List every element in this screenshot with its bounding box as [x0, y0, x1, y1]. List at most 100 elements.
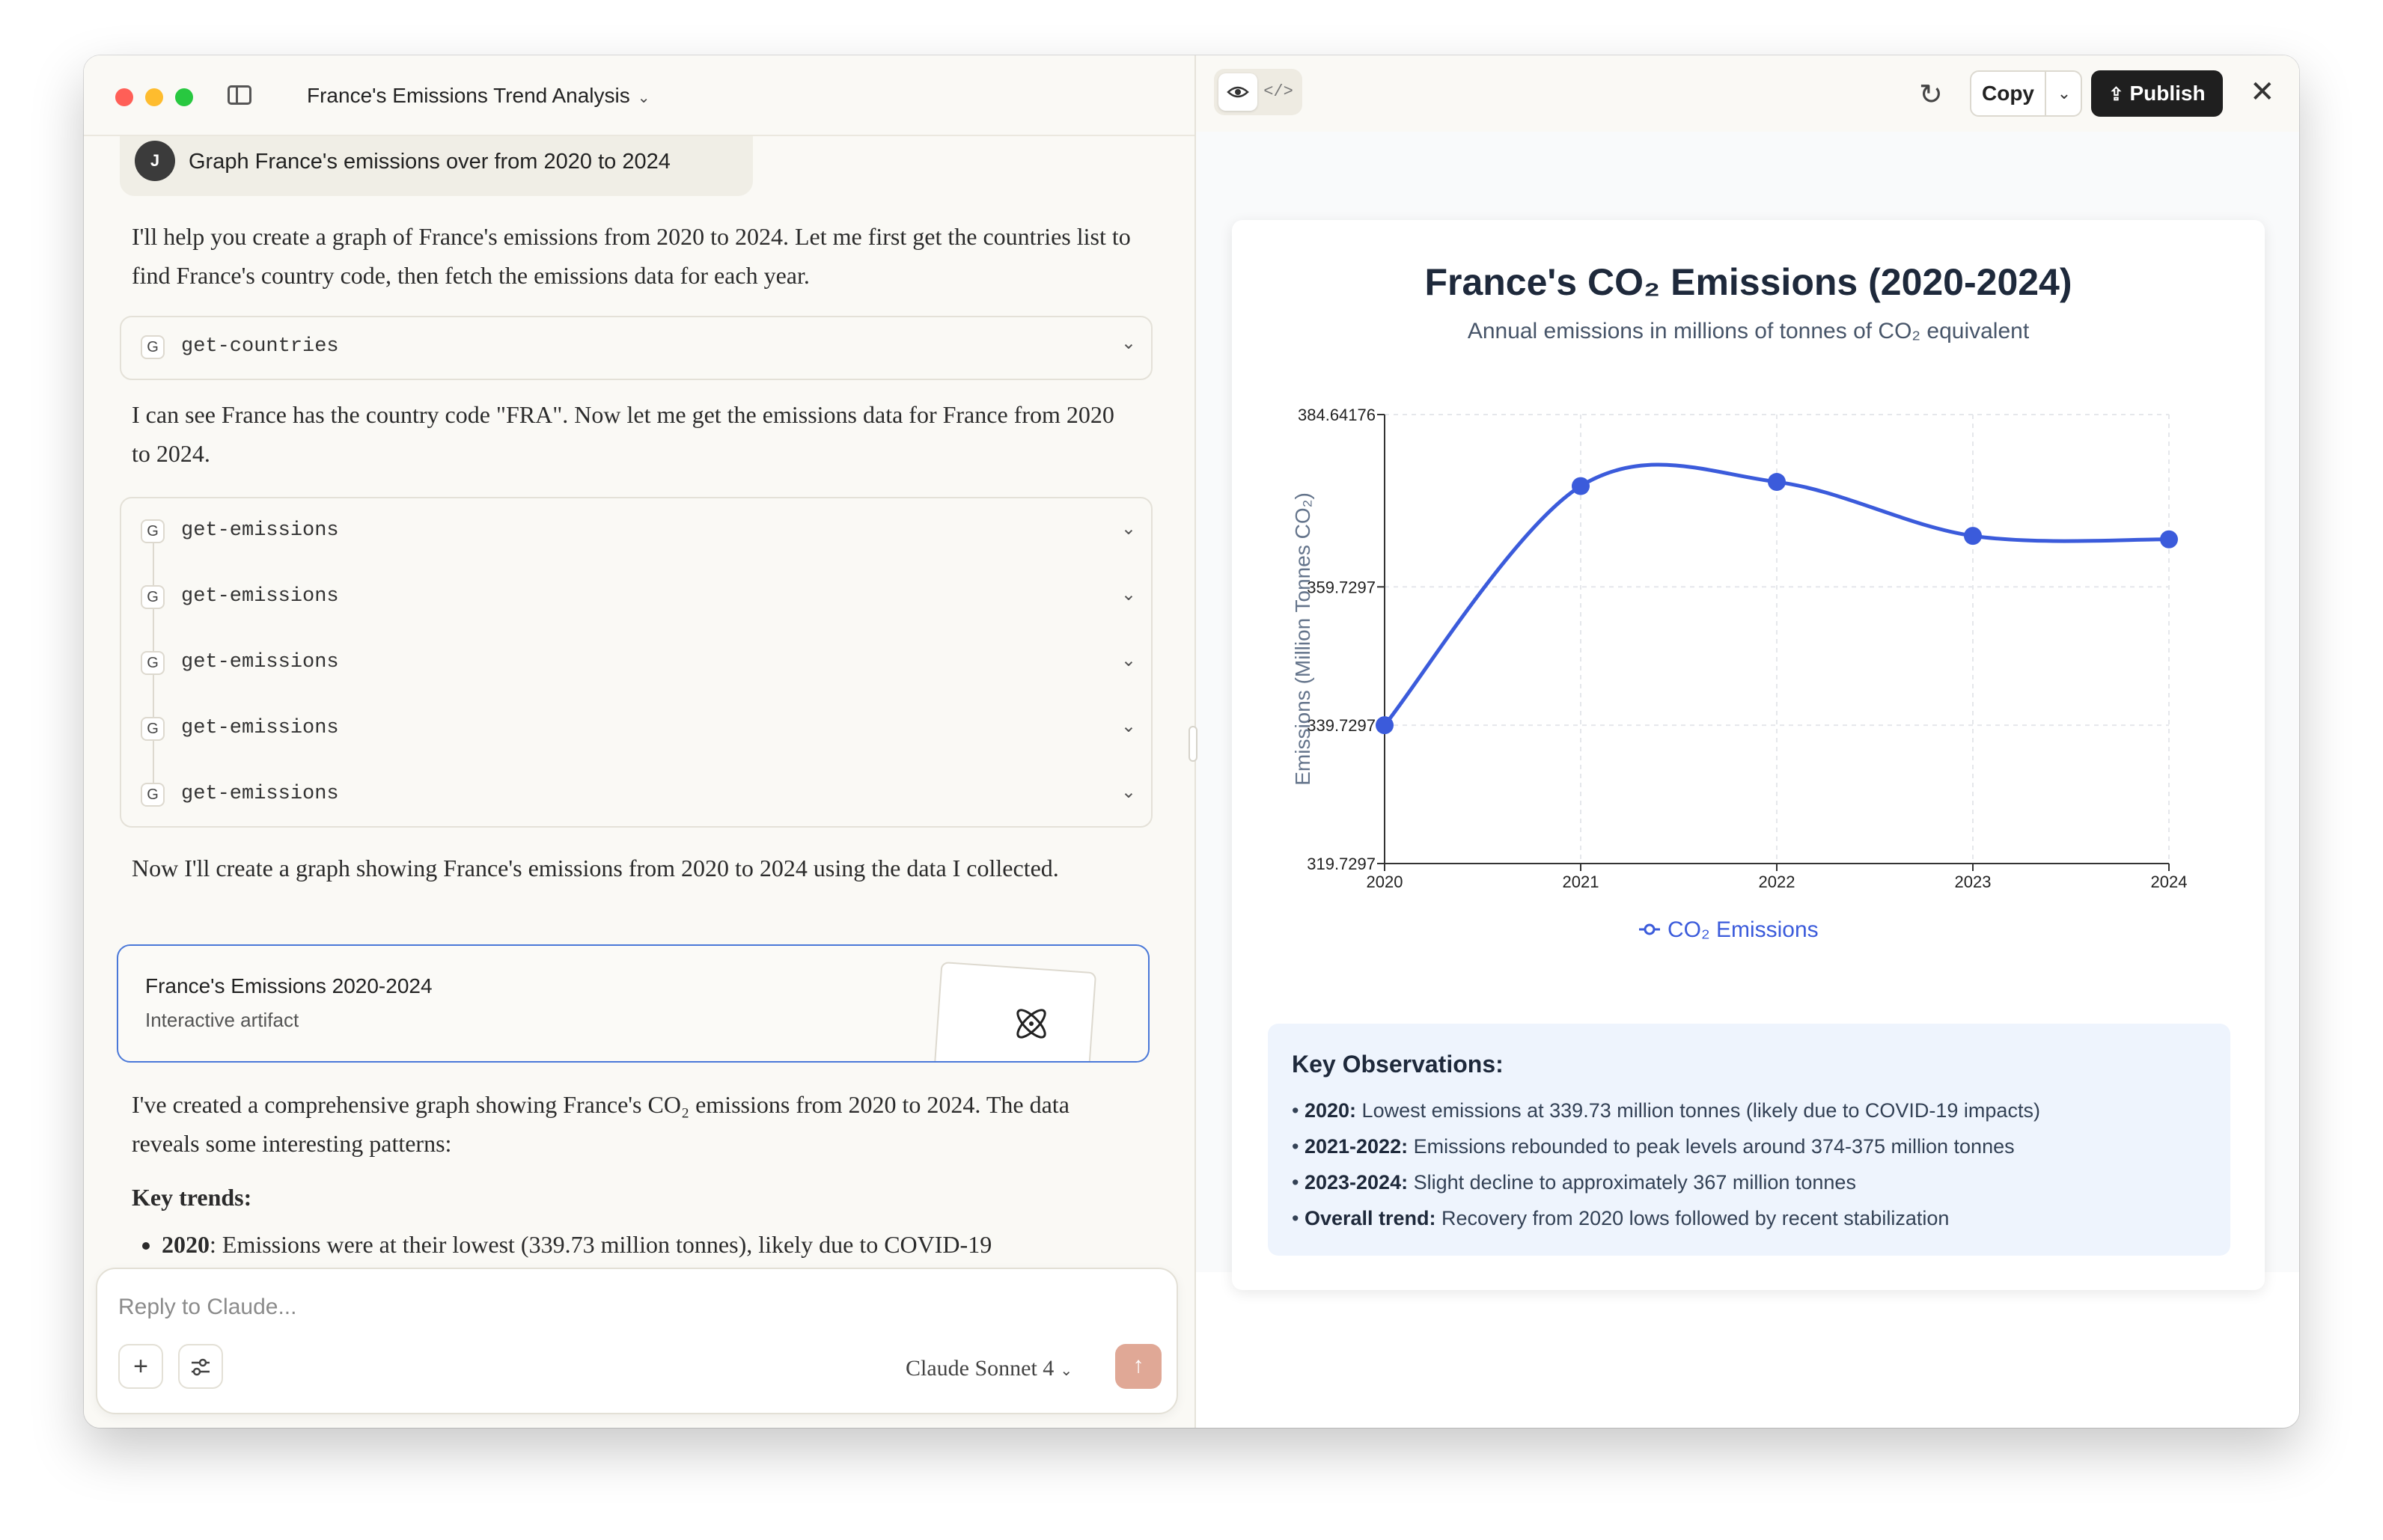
chevron-down-icon[interactable]: ⌄ — [1121, 332, 1136, 354]
pane-resize-handle[interactable] — [1189, 726, 1197, 762]
close-window-button[interactable] — [115, 88, 133, 106]
tool-call-get-countries[interactable]: G get-countries ⌄ — [120, 316, 1153, 380]
chevron-down-icon: ⌄ — [2057, 84, 2072, 103]
legend-label: CO₂ Emissions — [1668, 917, 1819, 942]
list-item: • 2020: Lowest emissions at 339.73 milli… — [1292, 1099, 2040, 1122]
copy-button-group: Copy ⌄ — [1970, 70, 2082, 117]
publish-label: Publish — [2129, 82, 2206, 105]
share-icon: ⇪ — [2108, 85, 2124, 105]
chevron-down-icon[interactable]: ⌄ — [1121, 584, 1136, 605]
data-point — [1768, 473, 1786, 492]
tools-settings-button[interactable] — [178, 1344, 223, 1389]
tool-badge-icon: G — [141, 717, 165, 741]
observation-label: 2020: — [1304, 1099, 1357, 1122]
observation-label: Overall trend: — [1304, 1207, 1436, 1229]
publish-button[interactable]: ⇪ Publish — [2091, 70, 2223, 117]
y-tick-label: 384.64176 — [1298, 406, 1376, 424]
view-mode-toggle: </> — [1214, 69, 1302, 115]
legend-marker — [1644, 923, 1656, 935]
app-window: France's Emissions Trend Analysis ⌄ J Gra… — [84, 55, 2299, 1428]
x-tick-label: 2020 — [1367, 873, 1403, 891]
chart-card: France's CO₂ Emissions (2020-2024) Annua… — [1232, 220, 2265, 1290]
send-button[interactable]: ↑ — [1115, 1344, 1162, 1389]
copy-button[interactable]: Copy — [1971, 72, 2046, 115]
observation-label: 2021-2022: — [1304, 1135, 1409, 1158]
data-point — [2160, 530, 2178, 549]
chevron-down-icon[interactable]: ⌄ — [1121, 518, 1136, 540]
assistant-paragraph: Now I'll create a graph showing France's… — [132, 855, 1059, 881]
x-tick-label: 2021 — [1563, 873, 1599, 891]
minimize-window-button[interactable] — [145, 88, 163, 106]
tool-badge-icon: G — [141, 585, 165, 609]
assistant-paragraph: I can see France has the country code "F… — [132, 401, 1114, 467]
atom-icon — [1016, 1009, 1046, 1039]
chat-pane: France's Emissions Trend Analysis ⌄ J Gra… — [84, 55, 1196, 1428]
y-tick-label: 319.7297 — [1307, 855, 1376, 873]
observation-text: Recovery from 2020 lows followed by rece… — [1441, 1207, 1950, 1229]
plus-icon: + — [133, 1352, 148, 1381]
assistant-paragraph: I'll help you create a graph of France's… — [132, 223, 1131, 289]
close-icon[interactable]: ✕ — [2250, 75, 2275, 109]
tool-call-get-emissions[interactable]: G get-emissions ⌄ — [121, 762, 1151, 828]
data-point — [1572, 477, 1590, 495]
assistant-paragraph: I've created a comprehensive graph showi… — [132, 1091, 1070, 1157]
user-message: J Graph France's emissions over from 202… — [120, 130, 753, 196]
tool-name: get-emissions — [181, 651, 339, 673]
artifact-subtitle: Interactive artifact — [145, 1009, 299, 1031]
preview-tab[interactable] — [1218, 73, 1257, 111]
code-tab[interactable]: </> — [1259, 73, 1298, 111]
artifact-title: France's Emissions 2020-2024 — [145, 974, 433, 997]
artifact-card[interactable]: France's Emissions 2020-2024 Interactive… — [117, 944, 1150, 1063]
model-name: Claude Sonnet 4 — [906, 1356, 1055, 1381]
tool-name: get-emissions — [181, 717, 339, 739]
observation-text: Emissions rebounded to peak levels aroun… — [1413, 1135, 2015, 1158]
x-tick-label: 2022 — [1759, 873, 1795, 891]
artifact-toolbar: </> ↻ Copy ⌄ ⇪ Publish ✕ — [1196, 55, 2299, 132]
key-trends-heading: Key trends: — [132, 1184, 252, 1211]
observations-list: • 2020: Lowest emissions at 339.73 milli… — [1292, 1093, 2040, 1236]
refresh-icon[interactable]: ↻ — [1919, 78, 1943, 111]
x-tick-label: 2024 — [2151, 873, 2188, 891]
tool-call-get-emissions[interactable]: G get-emissions ⌄ — [121, 564, 1151, 630]
x-tick-label: 2023 — [1955, 873, 1992, 891]
copy-options-button[interactable]: ⌄ — [2048, 72, 2081, 115]
sidebar-toggle-icon[interactable] — [228, 85, 251, 105]
y-axis-label: Emissions (Million Tonnes CO₂) — [1291, 492, 1314, 786]
avatar: J — [135, 141, 175, 181]
arrow-up-icon: ↑ — [1132, 1353, 1144, 1378]
list-item: • 2021-2022: Emissions rebounded to peak… — [1292, 1135, 2015, 1158]
observation-text: Slight decline to approximately 367 mill… — [1413, 1171, 1856, 1194]
chevron-down-icon[interactable]: ⌄ — [1121, 650, 1136, 671]
observation-text: Lowest emissions at 339.73 million tonne… — [1361, 1099, 2040, 1122]
code-icon: </> — [1263, 82, 1293, 101]
conversation-title: France's Emissions Trend Analysis — [307, 84, 630, 107]
add-attachment-button[interactable]: + — [118, 1344, 163, 1389]
title-bar: France's Emissions Trend Analysis ⌄ — [84, 55, 1194, 136]
data-point — [1376, 716, 1394, 735]
chevron-down-icon[interactable]: ⌄ — [1121, 781, 1136, 803]
list-item-label: 2020 — [162, 1231, 210, 1258]
data-point — [1964, 527, 1982, 546]
zoom-window-button[interactable] — [175, 88, 193, 106]
observations-box: Key Observations: • 2020: Lowest emissio… — [1268, 1024, 2230, 1256]
y-tick-label: 359.7297 — [1307, 578, 1376, 596]
observations-title: Key Observations: — [1292, 1051, 1504, 1078]
conversation-title-button[interactable]: France's Emissions Trend Analysis ⌄ — [307, 84, 650, 108]
line-chart: 319.7297 339.7297 359.7297 384.64176 2020 202… — [1291, 406, 2188, 942]
tool-call-get-emissions[interactable]: G get-emissions ⌄ — [121, 630, 1151, 696]
tool-call-get-emissions[interactable]: G get-emissions ⌄ — [121, 696, 1151, 762]
model-selector[interactable]: Claude Sonnet 4 ⌄ — [906, 1356, 1072, 1381]
tool-name: get-countries — [181, 335, 339, 358]
observation-label: 2023-2024: — [1304, 1171, 1409, 1194]
reply-input[interactable]: Reply to Claude... — [118, 1295, 296, 1320]
tool-call-get-emissions[interactable]: G get-emissions ⌄ — [121, 498, 1151, 564]
tool-call-group: G get-emissions ⌄ G get-emissions ⌄ G ge… — [120, 497, 1153, 828]
key-trends-list: 2020: Emissions were at their lowest (33… — [132, 1226, 1135, 1263]
list-item: 2020: Emissions were at their lowest (33… — [162, 1226, 1135, 1263]
composer: Reply to Claude... + Claude Sonnet 4 ⌄ ↑ — [96, 1268, 1178, 1414]
eye-icon — [1227, 86, 1249, 98]
tool-badge-icon: G — [141, 335, 165, 359]
tool-badge-icon: G — [141, 783, 165, 807]
chevron-down-icon[interactable]: ⌄ — [1121, 715, 1136, 737]
chevron-down-icon: ⌄ — [637, 90, 650, 106]
